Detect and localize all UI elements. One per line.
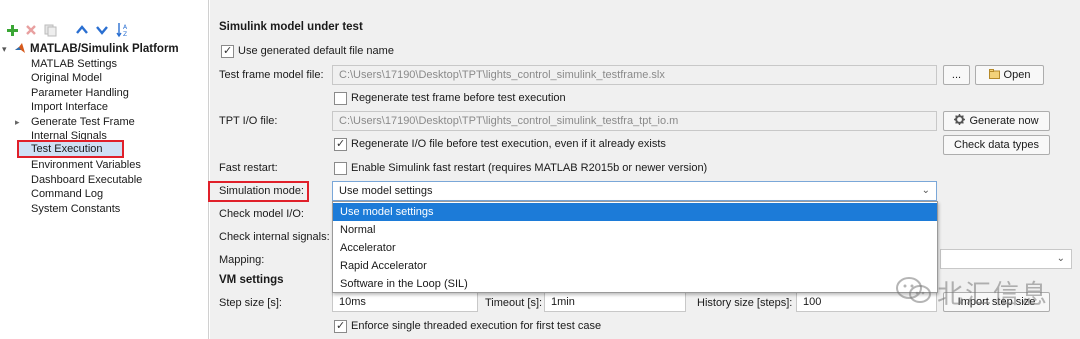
check-model-io-label: Check model I/O:	[219, 208, 304, 220]
delete-icon[interactable]	[23, 22, 39, 38]
use-default-filename-label: Use generated default file name	[238, 45, 394, 57]
navigation-panel: AZ ▾ MATLAB/Simulink Platform MATLAB Sett…	[0, 0, 209, 339]
open-button-label: Open	[1003, 69, 1031, 81]
add-icon[interactable]	[4, 22, 20, 38]
history-size-label: History size [steps]:	[697, 297, 793, 309]
spacer	[937, 181, 943, 201]
tree-item-import-interface[interactable]: Import Interface	[31, 100, 108, 114]
tpt-configuration-window: AZ ▾ MATLAB/Simulink Platform MATLAB Sett…	[0, 0, 1080, 339]
tree-root-matlab-simulink[interactable]: ▾ MATLAB/Simulink Platform	[2, 42, 179, 57]
option-accelerator[interactable]: Accelerator	[333, 239, 937, 257]
regen-frame-label: Regenerate test frame before test execut…	[351, 92, 566, 104]
svg-text:Z: Z	[123, 31, 127, 38]
watermark: 北汇信息	[889, 270, 1079, 310]
option-use-model-settings[interactable]: Use model settings	[333, 203, 937, 221]
timeout-input[interactable]: 1min	[544, 292, 686, 312]
tree-item-original-model[interactable]: Original Model	[31, 71, 102, 85]
regen-io-label: Regenerate I/O file before test executio…	[351, 138, 666, 150]
fast-restart-checkbox[interactable]	[334, 162, 347, 175]
tree-item-dashboard-executable[interactable]: Dashboard Executable	[31, 173, 142, 187]
check-internal-signals-label: Check internal signals:	[219, 231, 330, 243]
step-size-label: Step size [s]:	[219, 297, 282, 309]
copy-icon[interactable]	[42, 22, 58, 38]
mapping-select[interactable]: ⌄	[940, 249, 1072, 269]
tree-root-label: MATLAB/Simulink Platform	[30, 43, 179, 55]
fast-restart-option-label: Enable Simulink fast restart (requires M…	[351, 162, 708, 174]
enforce-single-threaded-label: Enforce single threaded execution for fi…	[351, 320, 602, 332]
watermark-text: 北汇信息	[937, 280, 1050, 310]
gear-icon	[954, 113, 966, 125]
step-size-input[interactable]: 10ms	[332, 292, 478, 312]
tree-toolbar: AZ	[4, 22, 204, 40]
tree-item-generate-test-frame[interactable]: Generate Test Frame	[31, 115, 135, 129]
enforce-single-threaded-checkbox[interactable]	[334, 319, 347, 333]
mapping-label: Mapping:	[219, 254, 265, 266]
section-title-model-under-test: Simulink model under test	[219, 21, 363, 33]
open-folder-icon	[988, 67, 1000, 79]
vm-settings-title: VM settings	[219, 274, 284, 286]
test-frame-path-field[interactable]: C:\Users\17190\Desktop\TPT\lights_contro…	[332, 65, 937, 85]
tree-item-test-execution[interactable]: Test Execution	[17, 140, 124, 158]
move-up-icon[interactable]	[74, 22, 90, 38]
matlab-logo-icon	[14, 42, 26, 54]
tree-item-parameter-handling[interactable]: Parameter Handling	[31, 86, 129, 100]
option-normal[interactable]: Normal	[333, 221, 937, 239]
simulation-mode-options: Use model settings Normal Accelerator Ra…	[332, 201, 938, 293]
regen-io-checkbox[interactable]	[334, 137, 347, 151]
option-rapid-accelerator[interactable]: Rapid Accelerator	[333, 257, 937, 275]
timeout-label: Timeout [s]:	[485, 297, 543, 309]
simulation-mode-value: Use model settings	[339, 185, 433, 197]
tree-item-environment-variables[interactable]: Environment Variables	[31, 158, 141, 172]
tree-item-matlab-settings[interactable]: MATLAB Settings	[31, 57, 117, 71]
sort-az-icon[interactable]: AZ	[115, 22, 131, 38]
tree-item-label: Test Execution	[31, 143, 103, 155]
generate-now-button[interactable]: Generate now	[943, 111, 1050, 131]
tpt-io-path-field[interactable]: C:\Users\17190\Desktop\TPT\lights_contro…	[332, 111, 937, 131]
simulation-mode-select[interactable]: Use model settings ⌄	[332, 181, 937, 201]
move-down-icon[interactable]	[94, 22, 110, 38]
svg-text:A: A	[123, 24, 128, 31]
chevron-down-icon: ⌄	[1056, 253, 1065, 264]
simulation-mode-label: Simulation mode:	[219, 185, 304, 197]
use-default-filename-checkbox[interactable]	[221, 44, 234, 58]
option-sil[interactable]: Software in the Loop (SIL)	[333, 275, 937, 293]
chevron-down-icon: ⌄	[921, 185, 930, 196]
check-data-types-button[interactable]: Check data types	[943, 135, 1050, 155]
generate-now-label: Generate now	[969, 115, 1039, 127]
chevron-down-icon[interactable]: ▾	[2, 44, 14, 55]
browse-button[interactable]: ...	[943, 65, 970, 85]
tpt-io-label: TPT I/O file:	[219, 115, 278, 127]
test-frame-label: Test frame model file:	[219, 69, 324, 81]
fast-restart-label: Fast restart:	[219, 162, 278, 174]
tree-item-command-log[interactable]: Command Log	[31, 187, 103, 201]
open-button[interactable]: Open	[975, 65, 1044, 85]
tree-item-system-constants[interactable]: System Constants	[31, 202, 120, 216]
wechat-icon	[895, 275, 933, 308]
regen-frame-checkbox[interactable]	[334, 92, 347, 105]
chevron-right-icon[interactable]: ▸	[15, 115, 25, 129]
